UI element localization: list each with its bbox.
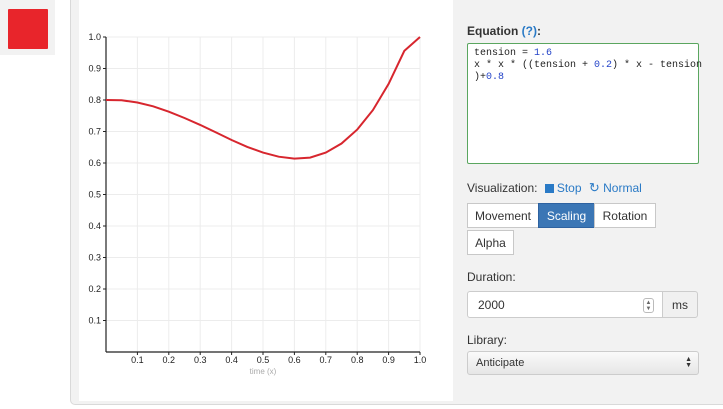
y-tick-label: 0.3 xyxy=(88,253,101,263)
y-tick-label: 0.8 xyxy=(88,95,101,105)
select-arrows-icon: ▲ ▼ xyxy=(685,356,692,369)
x-tick-label: 0.3 xyxy=(194,355,207,365)
library-select[interactable]: Anticipate ▲ ▼ xyxy=(467,351,699,375)
y-tick-label: 0.5 xyxy=(88,190,101,200)
y-tick-label: 0.6 xyxy=(88,158,101,168)
library-selected-value: Anticipate xyxy=(476,357,525,369)
y-tick-label: 1.0 xyxy=(88,32,101,42)
preview-area xyxy=(0,0,55,55)
x-axis-title: time (x) xyxy=(250,367,277,376)
x-tick-label: 0.1 xyxy=(131,355,144,365)
equation-label-suffix: : xyxy=(537,24,541,38)
code-text: )+ xyxy=(474,72,487,83)
equation-help-link[interactable]: (?) xyxy=(522,24,537,38)
code-number: 0.2 xyxy=(594,60,613,71)
x-tick-label: 0.6 xyxy=(288,355,301,365)
code-number: 0.8 xyxy=(486,72,505,83)
code-number: 1.6 xyxy=(534,48,553,59)
normal-button[interactable]: ↻ Normal xyxy=(588,180,642,195)
stop-button[interactable]: Stop xyxy=(544,181,582,195)
stop-label: Stop xyxy=(556,181,582,195)
code-text: tension = xyxy=(474,48,535,59)
x-tick-label: 0.5 xyxy=(257,355,270,365)
y-tick-label: 0.1 xyxy=(88,316,101,326)
code-text: ) * x - tension xyxy=(612,60,703,71)
graph-card: 0.1 0.2 0.3 0.4 0.5 0.6 0.7 0.8 0.9 1.0 0.1 0.2 0.3 0… xyxy=(79,0,453,401)
tab-alpha[interactable]: Alpha xyxy=(467,230,514,255)
refresh-icon: ↻ xyxy=(588,180,600,195)
x-tick-label: 0.8 xyxy=(351,355,364,365)
tab-rotation[interactable]: Rotation xyxy=(594,203,656,228)
normal-label: Normal xyxy=(603,181,642,195)
stop-icon xyxy=(544,184,554,193)
x-tick-label: 0.2 xyxy=(163,355,176,365)
code-text: x * x * ((tension + xyxy=(474,60,595,71)
y-tick-label: 0.4 xyxy=(88,221,101,231)
interpolation-chart: 0.1 0.2 0.3 0.4 0.5 0.6 0.7 0.8 0.9 1.0 0.1 0.2 0.3 0… xyxy=(88,32,427,376)
duration-label: Duration: xyxy=(467,270,516,284)
animated-preview-square xyxy=(8,9,48,49)
duration-input[interactable]: 2000 ▲ ▼ xyxy=(467,291,663,318)
library-label: Library: xyxy=(467,333,508,347)
tab-movement[interactable]: Movement xyxy=(467,203,539,228)
y-tick-label: 0.7 xyxy=(88,127,101,137)
duration-unit: ms xyxy=(662,291,698,318)
number-spinner[interactable]: ▲ ▼ xyxy=(643,298,654,313)
x-tick-label: 0.7 xyxy=(320,355,333,365)
equation-editor[interactable]: tension = 1.6 x * x * ((tension + 0.2) *… xyxy=(467,43,703,164)
visualization-label: Visualization: xyxy=(467,181,538,195)
duration-value: 2000 xyxy=(478,297,505,312)
x-tick-label: 0.4 xyxy=(225,355,238,365)
y-tick-label: 0.2 xyxy=(88,284,101,294)
tab-scaling[interactable]: Scaling xyxy=(538,203,595,228)
equation-heading: Equation (?): xyxy=(467,24,541,38)
y-tick-label: 0.9 xyxy=(88,64,101,74)
visualization-row: Visualization: Stop ↻ Normal xyxy=(467,180,642,196)
equation-label: Equation xyxy=(467,24,519,38)
x-tick-label: 1.0 xyxy=(414,355,427,365)
x-tick-label: 0.9 xyxy=(382,355,395,365)
